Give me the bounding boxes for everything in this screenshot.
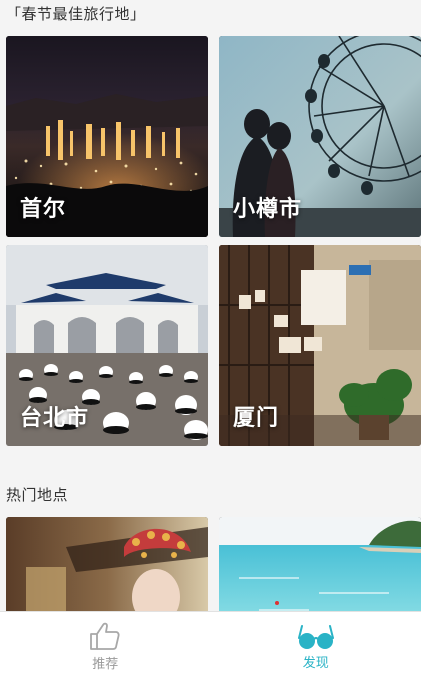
destination-card-xiamen[interactable]: 厦门 bbox=[219, 245, 421, 446]
popular-section-title: 热门地点 bbox=[6, 486, 69, 504]
glasses-icon bbox=[297, 625, 334, 649]
destination-name: 首尔 bbox=[20, 197, 67, 222]
destination-name: 小樽市 bbox=[233, 197, 303, 222]
tab-recommend-label: 推荐 bbox=[92, 657, 119, 672]
tab-discover-label: 发现 bbox=[302, 656, 329, 671]
featured-section-title: 「春节最佳旅行地」 bbox=[6, 5, 146, 23]
bottom-tab-bar: 推荐 发现 bbox=[0, 611, 421, 679]
destination-card-seoul[interactable]: 首尔 bbox=[6, 36, 208, 237]
thumbs-up-icon bbox=[90, 622, 120, 650]
destination-name: 台北市 bbox=[20, 406, 90, 431]
destination-card-taipei[interactable]: 台北市 bbox=[6, 245, 208, 446]
destination-card-otaru[interactable]: 小樽市 bbox=[219, 36, 421, 237]
tab-discover[interactable]: 发现 bbox=[211, 612, 421, 679]
discover-page: 「春节最佳旅行地」 首尔 小樽市 台北市 厦门 热门地点 推荐 发现 bbox=[0, 0, 421, 679]
tab-recommend[interactable]: 推荐 bbox=[0, 612, 211, 679]
destination-name: 厦门 bbox=[233, 406, 280, 431]
